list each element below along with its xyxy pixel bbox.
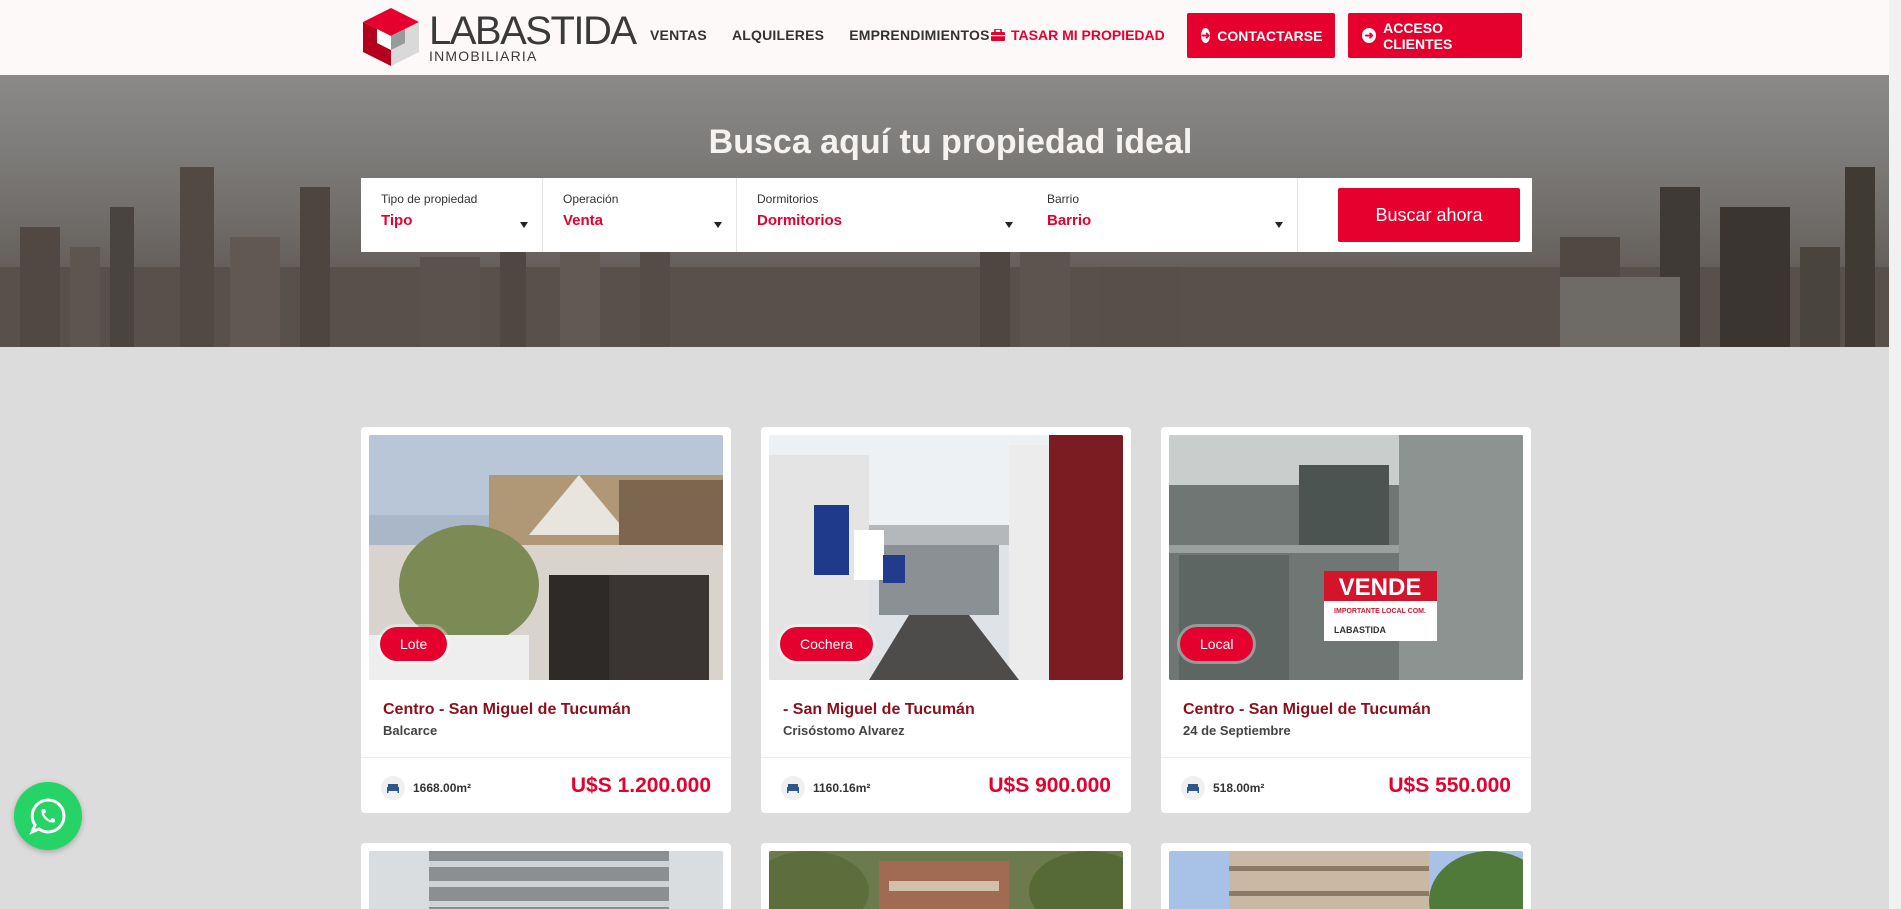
whatsapp-icon xyxy=(29,798,66,835)
brand-logo[interactable]: LABASTIDA INMOBILIARIA xyxy=(361,6,637,68)
nav-item-emprendimientos[interactable]: EMPRENDIMIENTOS xyxy=(849,27,989,43)
page-scrollbar[interactable] xyxy=(1889,0,1901,909)
area-value: 1668.00m² xyxy=(413,781,472,795)
operation-select-value: Venta xyxy=(563,212,604,229)
listing-area: 1668.00m² xyxy=(381,776,471,800)
listing-card[interactable] xyxy=(361,843,731,909)
property-type-badge: Lote xyxy=(380,627,448,661)
tasar-label: TASAR MI PROPIEDAD xyxy=(1011,27,1165,43)
access-label: ACCESO CLIENTES xyxy=(1383,19,1453,52)
divider xyxy=(361,757,731,758)
operation-select[interactable]: Operación Venta xyxy=(543,178,737,252)
area-value: 1160.16m² xyxy=(813,781,871,795)
toolbox-icon xyxy=(991,29,1005,41)
neighborhood-select[interactable]: Barrio Barrio xyxy=(1027,178,1298,252)
bed-icon xyxy=(1181,776,1205,800)
listing-card[interactable] xyxy=(761,843,1131,909)
chevron-down-icon xyxy=(714,222,722,228)
property-photo[interactable]: Lote xyxy=(369,435,723,680)
listing-price: U$S 550.000 xyxy=(1388,774,1511,797)
client-access-button[interactable]: ➜ ACCESO CLIENTES xyxy=(1348,13,1522,58)
property-photo[interactable]: VENDE IMPORTANTE LOCAL COM. LABASTIDA Lo… xyxy=(1169,435,1523,680)
type-select-value: Tipo xyxy=(381,212,413,229)
listing-area: 1160.16m² xyxy=(781,776,870,800)
property-photo[interactable] xyxy=(1169,851,1523,909)
listing-price: U$S 1.200.000 xyxy=(570,774,711,797)
type-select-label: Tipo de propiedad xyxy=(381,192,478,206)
listing-card[interactable]: VENDE IMPORTANTE LOCAL COM. LABASTIDA Lo… xyxy=(1161,427,1531,813)
sign-brand-text: LABASTIDA xyxy=(1334,625,1386,635)
property-photo[interactable] xyxy=(369,851,723,909)
divider xyxy=(1161,757,1531,758)
whatsapp-button[interactable] xyxy=(14,782,82,850)
main-nav: VENTAS ALQUILERES EMPRENDIMIENTOS xyxy=(650,27,990,43)
listing-area: 518.00m² xyxy=(1181,776,1264,800)
listing-street: Balcarce xyxy=(383,723,438,738)
property-photo[interactable] xyxy=(769,851,1123,909)
listing-street: 24 de Septiembre xyxy=(1183,723,1291,738)
arrow-circle-right-icon: ➜ xyxy=(1201,28,1211,43)
property-type-badge: Cochera xyxy=(780,627,873,661)
neighborhood-select-value: Barrio xyxy=(1047,212,1092,229)
bedrooms-select-label: Dormitorios xyxy=(757,192,819,206)
logo-cube-icon xyxy=(361,6,421,68)
sign-sub-text: IMPORTANTE LOCAL COM. xyxy=(1334,608,1426,615)
listing-title[interactable]: - San Miguel de Tucumán xyxy=(783,701,975,719)
brand-name: LABASTIDA xyxy=(429,9,637,53)
hero-title: Busca aquí tu propiedad ideal xyxy=(708,123,1193,161)
listing-title[interactable]: Centro - San Miguel de Tucumán xyxy=(383,701,631,719)
area-value: 518.00m² xyxy=(1213,781,1265,795)
type-select[interactable]: Tipo de propiedad Tipo xyxy=(361,178,543,252)
listing-street: Crisóstomo Alvarez xyxy=(783,723,905,738)
divider xyxy=(761,757,1131,758)
listing-card[interactable]: Lote Centro - San Miguel de Tucumán Balc… xyxy=(361,427,731,813)
neighborhood-select-label: Barrio xyxy=(1047,192,1080,206)
arrow-circle-right-icon: ➜ xyxy=(1362,28,1377,43)
operation-select-label: Operación xyxy=(563,192,619,206)
property-type-badge: Local xyxy=(1180,627,1254,661)
site-header: LABASTIDA INMOBILIARIA VENTAS ALQUILERES… xyxy=(0,0,1901,75)
property-photo[interactable]: Cochera xyxy=(769,435,1123,680)
listing-title[interactable]: Centro - San Miguel de Tucumán xyxy=(1183,701,1431,719)
contact-button[interactable]: ➜ CONTACTARSE xyxy=(1187,13,1335,58)
listing-card[interactable] xyxy=(1161,843,1531,909)
search-button[interactable]: Buscar ahora xyxy=(1338,188,1520,242)
listing-card[interactable]: Cochera - San Miguel de Tucumán Crisósto… xyxy=(761,427,1131,813)
nav-item-ventas[interactable]: VENTAS xyxy=(650,27,707,43)
chevron-down-icon xyxy=(1005,222,1013,228)
bedrooms-select[interactable]: Dormitorios Dormitorios xyxy=(737,178,1027,252)
nav-item-alquileres[interactable]: ALQUILERES xyxy=(732,27,824,43)
contact-label: CONTACTARSE xyxy=(1217,27,1323,44)
chevron-down-icon xyxy=(520,222,528,228)
bedrooms-select-value: Dormitorios xyxy=(757,212,843,229)
tasar-propiedad-link[interactable]: TASAR MI PROPIEDAD xyxy=(991,27,1165,43)
sign-vende-text: VENDE xyxy=(1339,574,1422,601)
chevron-down-icon xyxy=(1275,222,1283,228)
listing-price: U$S 900.000 xyxy=(988,774,1111,797)
bed-icon xyxy=(781,776,805,800)
bed-icon xyxy=(381,776,405,800)
